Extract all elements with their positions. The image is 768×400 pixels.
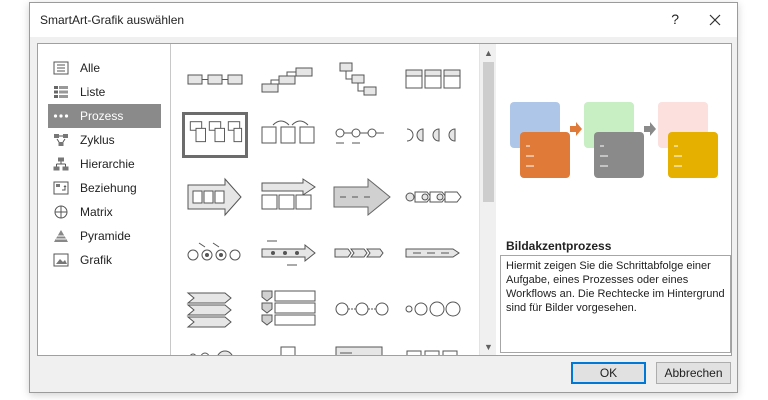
category-label: Hierarchie (80, 157, 135, 171)
category-list: Alle Liste Prozess Zyklus Hierarchie Bez… (38, 44, 171, 355)
preview-title: Bildakzentprozess (506, 239, 612, 253)
category-prozess[interactable]: Prozess (48, 104, 161, 128)
preview-description: Hiermit zeigen Sie die Schrittabfolge ei… (500, 255, 731, 353)
process-icon (52, 108, 70, 124)
category-label: Prozess (80, 109, 124, 123)
layout-thumbnail[interactable] (400, 340, 466, 355)
layout-thumbnail[interactable] (182, 57, 248, 103)
layout-thumbnail[interactable] (329, 230, 395, 276)
smartart-dialog: SmartArt-Grafik auswählen ? Alle Liste P… (29, 2, 738, 393)
close-button[interactable] (703, 9, 727, 31)
scrollbar-thumb[interactable] (483, 62, 494, 202)
layout-gallery (172, 44, 477, 355)
layout-thumbnail[interactable] (256, 340, 322, 355)
category-beziehung[interactable]: Beziehung (48, 176, 161, 200)
relationship-icon (52, 180, 70, 196)
layout-thumbnail[interactable] (256, 112, 322, 158)
category-liste[interactable]: Liste (48, 80, 161, 104)
layout-thumbnail[interactable] (256, 286, 322, 332)
layout-thumbnail[interactable] (400, 230, 466, 276)
hierarchy-icon (52, 156, 70, 172)
category-label: Liste (80, 85, 106, 99)
layout-thumbnail[interactable] (256, 230, 322, 276)
category-pyramide[interactable]: Pyramide (48, 224, 161, 248)
category-label: Alle (80, 61, 101, 75)
scroll-up-icon[interactable]: ▲ (480, 44, 497, 61)
layout-thumbnail[interactable] (400, 57, 466, 103)
picture-icon (52, 252, 70, 268)
preview-pane: Bildakzentprozess Hiermit zeigen Sie die… (498, 44, 731, 355)
layout-thumbnail[interactable] (182, 340, 248, 355)
dialog-title: SmartArt-Grafik auswählen (40, 13, 185, 27)
layout-thumbnail[interactable] (329, 57, 395, 103)
category-hierarchie[interactable]: Hierarchie (48, 152, 161, 176)
layout-thumbnail[interactable] (329, 112, 395, 158)
cancel-button[interactable]: Abbrechen (656, 362, 731, 384)
all-icon (52, 60, 70, 76)
pyramid-icon (52, 228, 70, 244)
layout-thumbnail-selected[interactable] (182, 112, 248, 158)
dialog-content: Alle Liste Prozess Zyklus Hierarchie Bez… (37, 43, 732, 356)
layout-thumbnail[interactable] (182, 230, 248, 276)
help-button[interactable]: ? (671, 11, 679, 27)
preview-graphic (510, 102, 718, 178)
category-label: Beziehung (80, 181, 137, 195)
list-icon (52, 84, 70, 100)
scroll-down-icon[interactable]: ▼ (480, 338, 497, 355)
category-label: Grafik (80, 253, 113, 267)
layout-thumbnail[interactable] (256, 57, 322, 103)
matrix-icon (52, 204, 70, 220)
category-grafik[interactable]: Grafik (48, 248, 161, 272)
layout-thumbnail[interactable] (182, 174, 248, 220)
cycle-icon (52, 132, 70, 148)
category-alle[interactable]: Alle (48, 56, 161, 80)
title-bar: SmartArt-Grafik auswählen ? (30, 3, 737, 37)
layout-thumbnail[interactable] (329, 174, 395, 220)
ok-button[interactable]: OK (571, 362, 646, 384)
layout-thumbnail[interactable] (400, 286, 466, 332)
category-label: Pyramide (80, 229, 131, 243)
layout-thumbnail[interactable] (329, 340, 395, 355)
layout-thumbnail[interactable] (256, 174, 322, 220)
category-matrix[interactable]: Matrix (48, 200, 161, 224)
category-label: Zyklus (80, 133, 115, 147)
close-icon (709, 14, 721, 26)
category-zyklus[interactable]: Zyklus (48, 128, 161, 152)
gallery-scrollbar[interactable]: ▲ ▼ (479, 44, 496, 355)
layout-thumbnail[interactable] (400, 174, 466, 220)
layout-thumbnail[interactable] (400, 112, 466, 158)
category-label: Matrix (80, 205, 113, 219)
layout-thumbnail[interactable] (182, 286, 248, 332)
layout-thumbnail[interactable] (329, 286, 395, 332)
